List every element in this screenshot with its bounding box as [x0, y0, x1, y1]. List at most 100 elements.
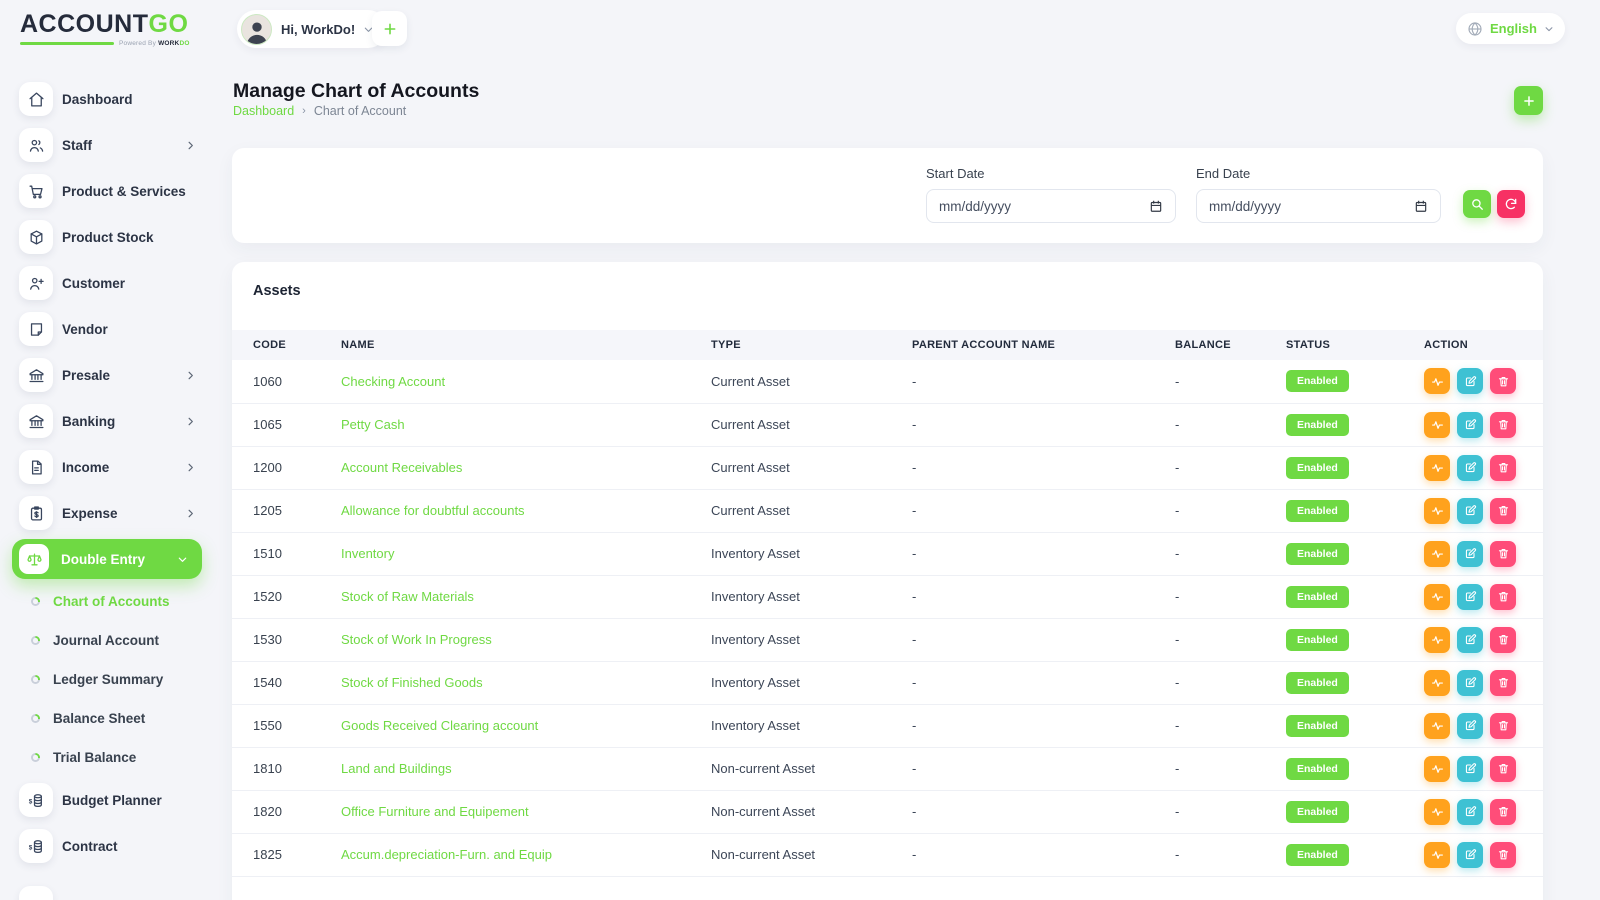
trash-button[interactable]	[1490, 799, 1516, 825]
breadcrumb-separator: ›	[302, 105, 306, 117]
search-button[interactable]	[1463, 190, 1491, 218]
sidebar-item-double-entry[interactable]: Double Entry	[12, 539, 202, 579]
activity-button[interactable]	[1424, 455, 1450, 481]
sidebar-item-banking[interactable]: Banking	[0, 398, 212, 444]
edit-button[interactable]	[1457, 541, 1483, 567]
column-header-name: NAME	[341, 330, 711, 360]
trash-button[interactable]	[1490, 541, 1516, 567]
column-header-type: TYPE	[711, 330, 912, 360]
trash-button[interactable]	[1490, 842, 1516, 868]
trash-button[interactable]	[1490, 713, 1516, 739]
cell-type: Inventory Asset	[711, 661, 912, 704]
clipboard-dollar-icon	[19, 496, 53, 530]
calendar-icon[interactable]	[1149, 199, 1163, 213]
cell-parent-account: -	[912, 661, 1175, 704]
reset-button[interactable]	[1497, 190, 1525, 218]
cell-code: 1540	[232, 661, 341, 704]
row-actions	[1424, 368, 1543, 394]
cell-parent-account: -	[912, 618, 1175, 661]
sidebar-subitem-chart-of-accounts[interactable]: Chart of Accounts	[0, 582, 212, 621]
status-badge: Enabled	[1286, 801, 1349, 823]
trash-button[interactable]	[1490, 670, 1516, 696]
sidebar-item-presale[interactable]: Presale	[0, 352, 212, 398]
sidebar-item-product-stock[interactable]: Product Stock	[0, 214, 212, 260]
account-name-link[interactable]: Account Receivables	[341, 460, 462, 475]
account-name-link[interactable]: Inventory	[341, 546, 394, 561]
table-row: 1550Goods Received Clearing accountInven…	[232, 704, 1543, 747]
calendar-icon[interactable]	[1414, 199, 1428, 213]
edit-button[interactable]	[1457, 498, 1483, 524]
sidebar-subitem-journal-account[interactable]: Journal Account	[0, 621, 212, 660]
activity-button[interactable]	[1424, 584, 1450, 610]
activity-button[interactable]	[1424, 756, 1450, 782]
brand-logo[interactable]: ACCOUNTGO Powered By WORKDO	[20, 12, 188, 47]
activity-button[interactable]	[1424, 670, 1450, 696]
sidebar-item-income[interactable]: Income	[0, 444, 212, 490]
sidebar-item-staff[interactable]: Staff	[0, 122, 212, 168]
status-badge: Enabled	[1286, 370, 1349, 392]
status-badge: Enabled	[1286, 844, 1349, 866]
sidebar-item-dashboard[interactable]: Dashboard	[0, 76, 212, 122]
accounts-table: CODENAMETYPEPARENT ACCOUNT NAMEBALANCEST…	[232, 330, 1543, 877]
activity-button[interactable]	[1424, 713, 1450, 739]
activity-button[interactable]	[1424, 541, 1450, 567]
cell-name: Office Furniture and Equipement	[341, 790, 711, 833]
sidebar-item-budget-planner[interactable]: $Budget Planner	[0, 777, 212, 823]
trash-button[interactable]	[1490, 368, 1516, 394]
account-name-link[interactable]: Accum.depreciation-Furn. and Equip	[341, 847, 552, 862]
row-actions	[1424, 670, 1543, 696]
edit-button[interactable]	[1457, 627, 1483, 653]
table-row: 1810Land and BuildingsNon-current Asset-…	[232, 747, 1543, 790]
activity-button[interactable]	[1424, 498, 1450, 524]
start-date-label: Start Date	[926, 166, 1176, 181]
account-name-link[interactable]: Stock of Raw Materials	[341, 589, 474, 604]
start-date-input[interactable]: mm/dd/yyyy	[926, 189, 1176, 223]
sidebar-subitem-ledger-summary[interactable]: Ledger Summary	[0, 660, 212, 699]
edit-button[interactable]	[1457, 455, 1483, 481]
sidebar-item-expense[interactable]: Expense	[0, 490, 212, 536]
account-name-link[interactable]: Stock of Finished Goods	[341, 675, 483, 690]
activity-button[interactable]	[1424, 842, 1450, 868]
trash-button[interactable]	[1490, 412, 1516, 438]
trash-button[interactable]	[1490, 756, 1516, 782]
sidebar-item-product-services[interactable]: Product & Services	[0, 168, 212, 214]
activity-button[interactable]	[1424, 368, 1450, 394]
column-header-status: STATUS	[1286, 330, 1424, 360]
activity-button[interactable]	[1424, 412, 1450, 438]
cell-name: Account Receivables	[341, 446, 711, 489]
trash-button[interactable]	[1490, 584, 1516, 610]
edit-button[interactable]	[1457, 842, 1483, 868]
trash-button[interactable]	[1490, 498, 1516, 524]
edit-button[interactable]	[1457, 368, 1483, 394]
row-actions	[1424, 799, 1543, 825]
account-name-link[interactable]: Checking Account	[341, 374, 445, 389]
account-name-link[interactable]: Goods Received Clearing account	[341, 718, 538, 733]
account-name-link[interactable]: Petty Cash	[341, 417, 405, 432]
sidebar-item-contract[interactable]: $Contract	[0, 823, 212, 869]
edit-button[interactable]	[1457, 670, 1483, 696]
row-actions	[1424, 498, 1543, 524]
edit-button[interactable]	[1457, 412, 1483, 438]
sidebar-subitem-balance-sheet[interactable]: Balance Sheet	[0, 699, 212, 738]
activity-button[interactable]	[1424, 627, 1450, 653]
end-date-input[interactable]: mm/dd/yyyy	[1196, 189, 1441, 223]
sidebar-item-vendor[interactable]: Vendor	[0, 306, 212, 352]
sidebar-item-customer[interactable]: Customer	[0, 260, 212, 306]
account-name-link[interactable]: Stock of Work In Progress	[341, 632, 492, 647]
trash-button[interactable]	[1490, 455, 1516, 481]
sidebar-item-partial[interactable]	[19, 886, 53, 900]
edit-button[interactable]	[1457, 584, 1483, 610]
edit-button[interactable]	[1457, 713, 1483, 739]
account-name-link[interactable]: Office Furniture and Equipement	[341, 804, 529, 819]
trash-button[interactable]	[1490, 627, 1516, 653]
create-account-button[interactable]	[1514, 86, 1543, 115]
account-name-link[interactable]: Allowance for doubtful accounts	[341, 503, 525, 518]
cell-parent-account: -	[912, 575, 1175, 618]
edit-button[interactable]	[1457, 756, 1483, 782]
edit-button[interactable]	[1457, 799, 1483, 825]
sidebar-subitem-trial-balance[interactable]: Trial Balance	[0, 738, 212, 777]
activity-button[interactable]	[1424, 799, 1450, 825]
sidebar-item-label: Double Entry	[61, 552, 145, 567]
breadcrumb-dashboard[interactable]: Dashboard	[233, 104, 294, 118]
account-name-link[interactable]: Land and Buildings	[341, 761, 452, 776]
